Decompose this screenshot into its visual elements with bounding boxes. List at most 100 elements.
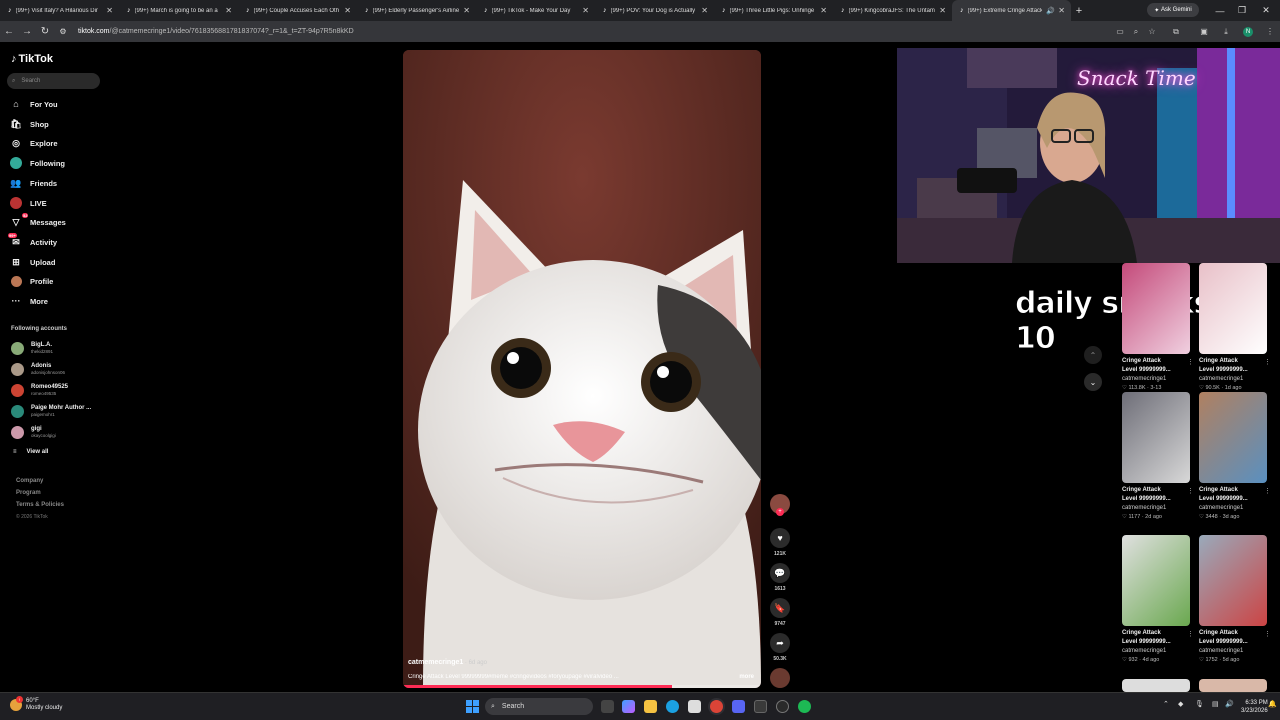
like-button[interactable]: ♥ 121K <box>767 528 793 557</box>
tray-chevron-icon[interactable]: ⌃ <box>1163 700 1169 708</box>
start-button[interactable] <box>466 700 479 713</box>
downloads-icon[interactable]: ⤓ <box>1218 21 1234 42</box>
related-video-card[interactable]: Cringe Attack Level 99999999... catmemecr… <box>1122 263 1194 392</box>
follow-plus-icon[interactable]: + <box>776 508 784 516</box>
card-user[interactable]: catmemecringe1 <box>1122 375 1190 384</box>
sidebar-item-for-you[interactable]: ⌂ For You <box>10 97 57 111</box>
url-field[interactable]: tiktok.com/@catmemecringe1/video/7618356… <box>78 28 354 35</box>
close-icon[interactable]: ✕ <box>463 6 470 15</box>
store-icon[interactable] <box>688 700 701 713</box>
sidebar-item-shop[interactable]: 🛍 Shop <box>10 117 48 131</box>
related-video-card[interactable]: Cringe Attack Level 99999999... catmemecr… <box>1199 392 1271 521</box>
menu-icon[interactable]: ⋮ <box>1262 21 1278 42</box>
browser-tab-active[interactable]: ♪ (99+) Extreme Cringe Attack 🔊 ✕ <box>952 0 1071 21</box>
kebab-menu-icon[interactable]: ⋮ <box>1187 487 1194 495</box>
zoom-icon[interactable]: ⌕ <box>1128 21 1144 42</box>
related-video-card[interactable] <box>1122 679 1190 692</box>
sidebar-item-friends[interactable]: 👥 Friends <box>10 176 57 190</box>
ask-gemini-button[interactable]: ✦ Ask Gemini <box>1147 3 1199 17</box>
view-all-link[interactable]: ≡ View all <box>13 449 48 455</box>
kebab-menu-icon[interactable]: ⋮ <box>1187 358 1194 366</box>
related-video-card[interactable] <box>1199 679 1267 692</box>
sidebar-item-messages[interactable]: ▽ 52 Messages <box>10 213 66 229</box>
sidebar-item-profile[interactable]: Profile <box>10 274 53 288</box>
search-input[interactable]: ⌕ Search <box>7 73 100 89</box>
browser-tab[interactable]: ♪ (99+) March is going to be an a ✕ <box>119 0 238 21</box>
save-button[interactable]: 🔖 9747 <box>767 598 793 627</box>
creator-avatar-button[interactable]: + <box>767 494 793 516</box>
close-icon[interactable]: ✕ <box>344 6 351 15</box>
edge-icon[interactable] <box>666 700 679 713</box>
video-author[interactable]: catmemecringe1 · 6d ago <box>408 659 487 666</box>
card-user[interactable]: catmemecringe1 <box>1122 647 1190 656</box>
browser-tab[interactable]: ♪ (99+) Visit Italy? A Hilarious Dir ✕ <box>0 0 119 21</box>
volume-icon[interactable]: 🔊 <box>1225 700 1234 708</box>
network-icon[interactable]: ▤ <box>1212 700 1219 708</box>
video-player[interactable]: catmemecringe1 · 6d ago Cringe Attack Le… <box>403 50 761 688</box>
chrome-icon[interactable] <box>710 700 723 713</box>
sidebar-item-following[interactable]: Following <box>10 156 65 170</box>
close-icon[interactable]: ✕ <box>225 6 232 15</box>
browser-tab[interactable]: ♪ (99+) Three Little Pigs: Unhinge ✕ <box>714 0 833 21</box>
footer-link-terms[interactable]: Terms & Policies <box>16 502 64 508</box>
copilot-icon[interactable] <box>622 700 635 713</box>
following-account[interactable]: Romeo49525 romeo49535 <box>11 381 68 399</box>
close-icon[interactable]: ✕ <box>701 6 708 15</box>
card-user[interactable]: catmemecringe1 <box>1199 375 1267 384</box>
sidebar-item-explore[interactable]: ◎ Explore <box>10 136 57 150</box>
share-button[interactable]: ➦ 50.3K <box>767 633 793 662</box>
reload-icon[interactable]: ↻ <box>36 26 54 37</box>
tiktok-logo[interactable]: ♪ TikTok <box>11 53 53 65</box>
close-icon[interactable]: ✕ <box>106 6 113 15</box>
sidebar-item-activity[interactable]: ✉ 99+ Activity <box>8 233 57 249</box>
notification-bell-icon[interactable]: 🔔 <box>1268 700 1277 708</box>
new-tab-button[interactable]: + <box>1071 5 1087 17</box>
following-account[interactable]: BigL.A. thekid2891 <box>11 339 53 357</box>
close-icon[interactable]: ✕ <box>1058 6 1065 15</box>
terminal-icon[interactable] <box>754 700 767 713</box>
bookmark-star-icon[interactable]: ☆ <box>1144 21 1160 42</box>
related-video-card[interactable]: Cringe Attack Level 99999999... catmemecr… <box>1199 535 1271 664</box>
spotify-icon[interactable] <box>798 700 811 713</box>
comment-button[interactable]: 💬 1613 <box>767 563 793 592</box>
card-user[interactable]: catmemecringe1 <box>1122 504 1190 513</box>
sidebar-item-more[interactable]: ··· More <box>10 294 48 308</box>
taskbar-search[interactable]: ⌕ Search <box>485 698 593 715</box>
following-account[interactable]: gigi okaycoolgigi <box>11 423 56 441</box>
card-user[interactable]: catmemecringe1 <box>1199 504 1267 513</box>
kebab-menu-icon[interactable]: ⋮ <box>1264 358 1271 366</box>
browser-tab[interactable]: ♪ (99+) KingcobraJFS: The Untam ✕ <box>833 0 952 21</box>
sidebar-item-live[interactable]: LIVE <box>10 196 47 210</box>
sidebar-item-upload[interactable]: ⊞ Upload <box>10 255 55 269</box>
site-info-icon[interactable]: ⚙ <box>54 27 72 36</box>
sidepanel-icon[interactable]: ▣ <box>1196 21 1212 42</box>
browser-tab[interactable]: ♪ (99+) Elderly Passenger's Airline ✕ <box>357 0 476 21</box>
scroll-up-button[interactable]: ⌃ <box>1084 346 1102 364</box>
system-clock[interactable]: 6:33 PM 3/23/2026 <box>1241 699 1268 715</box>
close-icon[interactable]: ✕ <box>582 6 589 15</box>
browser-tab[interactable]: ♪ (99+) TikTok - Make Your Day ✕ <box>476 0 595 21</box>
related-video-card[interactable]: Cringe Attack Level 99999999... catmemecr… <box>1199 263 1271 392</box>
video-progress-bar[interactable] <box>403 685 761 688</box>
profile-avatar[interactable]: N <box>1243 27 1253 37</box>
cast-icon[interactable]: ▭ <box>1112 21 1128 42</box>
close-icon[interactable]: ✕ <box>939 6 946 15</box>
weather-widget[interactable]: ! 60°F Mostly cloudy <box>10 696 62 712</box>
file-explorer-icon[interactable] <box>644 700 657 713</box>
browser-tab[interactable]: ♪ (99+) Couple Accuses Each Oth ✕ <box>238 0 357 21</box>
close-icon[interactable]: ✕ <box>820 6 827 15</box>
following-account[interactable]: Adonis adonisjohnson06 <box>11 360 65 378</box>
scroll-down-button[interactable]: ⌄ <box>1084 373 1102 391</box>
speaker-icon[interactable]: 🔊 <box>1046 7 1055 15</box>
discord-icon[interactable] <box>732 700 745 713</box>
browser-tab[interactable]: ♪ (99+) POV: Your Dog is Actually ✕ <box>595 0 714 21</box>
related-video-card[interactable]: Cringe Attack Level 99999999... catmemecr… <box>1122 535 1194 664</box>
mic-icon[interactable]: 🎙 <box>1195 700 1204 708</box>
tray-app-icon[interactable]: ◆ <box>1178 700 1183 708</box>
related-video-card[interactable]: Cringe Attack Level 99999999... catmemecr… <box>1122 392 1194 521</box>
close-window-icon[interactable]: ✕ <box>1255 0 1277 21</box>
extensions-icon[interactable]: ⧉ <box>1168 21 1184 42</box>
sound-disc[interactable] <box>767 668 793 688</box>
caption-more-button[interactable]: more <box>739 674 754 680</box>
forward-icon[interactable]: → <box>18 26 36 37</box>
